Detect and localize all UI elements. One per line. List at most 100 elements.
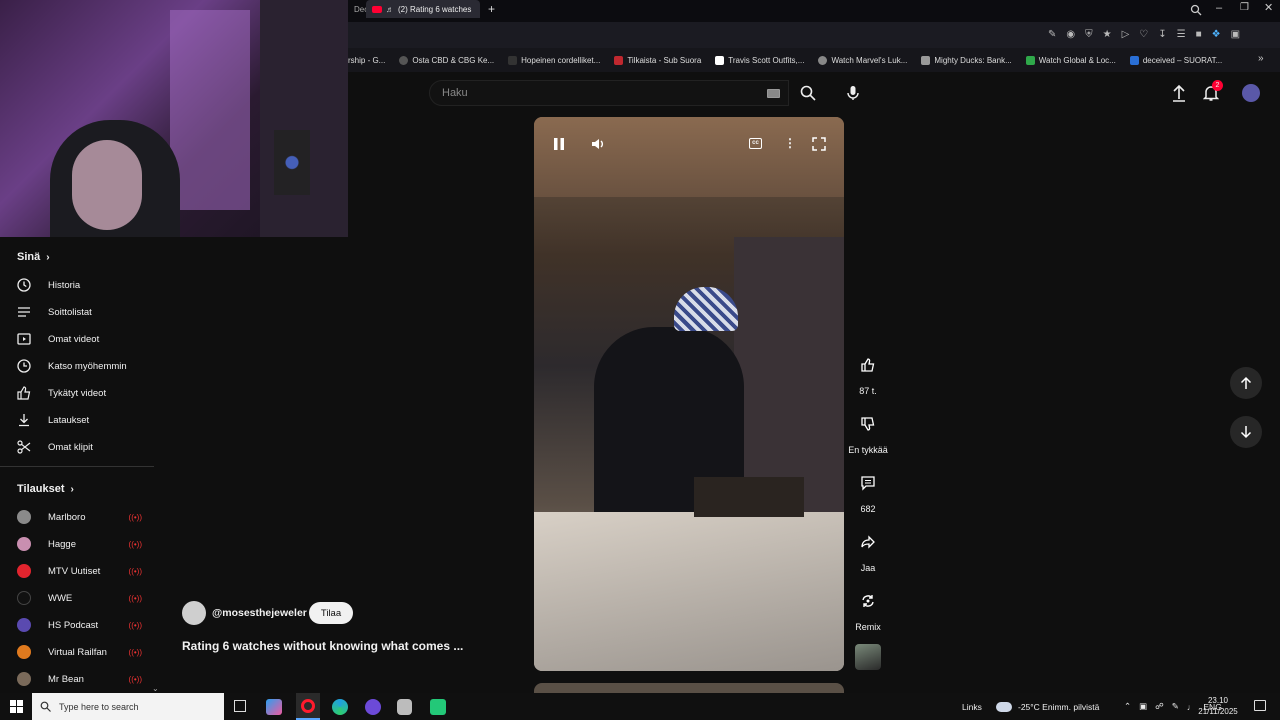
previous-short-button[interactable] xyxy=(1230,367,1262,399)
bookmark-item[interactable]: deceived – SUORAT... xyxy=(1129,55,1222,65)
subscription-item[interactable]: Mr Bean ((•)) xyxy=(17,669,142,689)
weather-widget[interactable]: -25°C Enimm. pilvistä xyxy=(996,693,1099,720)
next-short-button[interactable] xyxy=(1230,416,1262,448)
search-button[interactable] xyxy=(790,80,826,106)
share-button[interactable] xyxy=(854,528,882,556)
keyboard-icon[interactable] xyxy=(767,89,780,98)
sidebar-item-liked[interactable]: Tykätyt videot xyxy=(16,383,146,403)
heart-icon[interactable]: ♡ xyxy=(1139,29,1148,40)
short-video-player[interactable]: cc ⋮ xyxy=(534,117,844,671)
subscribe-button[interactable]: Tilaa xyxy=(309,602,353,624)
account-avatar[interactable] xyxy=(1242,84,1260,102)
liked-icon xyxy=(17,386,31,400)
bookmark-item[interactable]: Watch Marvel's Luk... xyxy=(818,55,907,65)
channel-avatar[interactable] xyxy=(182,601,206,625)
subscription-item[interactable]: Virtual Railfan ((•)) xyxy=(17,642,142,662)
subscription-item[interactable]: Marlboro ((•)) xyxy=(17,507,142,527)
bookmark-item[interactable]: Mighty Ducks: Bank... xyxy=(921,55,1012,65)
security-app-icon[interactable] xyxy=(397,699,412,715)
edge-icon[interactable] xyxy=(332,699,348,715)
you-heading[interactable]: Sinä › xyxy=(17,251,50,263)
search-placeholder: Haku xyxy=(442,87,468,99)
subscription-item[interactable]: HS Podcast ((•)) xyxy=(17,615,142,635)
camera-icon[interactable]: ◉ xyxy=(1066,29,1075,40)
bookmarks-bar: rship - G... Osta CBD & CBG Ke... Hopein… xyxy=(348,48,1280,72)
sidebar-scroll-down-icon[interactable]: ⌄ xyxy=(152,684,159,693)
subscription-item[interactable]: WWE ((•)) xyxy=(17,588,142,608)
bookmark-item[interactable]: Travis Scott Outfits,... xyxy=(715,55,804,65)
windows-start-button[interactable] xyxy=(10,700,23,718)
sidebar-item-watch-later[interactable]: Katso myöhemmin xyxy=(16,356,146,376)
lock-icon[interactable]: ■ xyxy=(1196,29,1202,40)
upload-button[interactable] xyxy=(1171,84,1187,107)
task-view-icon[interactable] xyxy=(234,700,246,712)
copilot-icon[interactable] xyxy=(266,699,282,715)
subscription-item[interactable]: MTV Uutiset ((•)) xyxy=(17,561,142,581)
close-window-icon[interactable]: ✕ xyxy=(1264,1,1273,14)
subscription-item[interactable]: Hagge ((•)) xyxy=(17,534,142,554)
fullscreen-button[interactable] xyxy=(812,137,826,156)
channel-name[interactable]: @mosesthejeweler xyxy=(212,607,307,619)
minimize-icon[interactable]: – xyxy=(1216,2,1222,14)
extension-icon[interactable]: ★ xyxy=(1103,29,1112,40)
tab-title: (2) Rating 6 watches xyxy=(398,4,472,14)
bookmark-item[interactable]: Hopeinen cordelliket... xyxy=(508,55,601,65)
sidebar-item-playlists[interactable]: Soittolistat xyxy=(16,302,146,322)
new-tab-button[interactable]: + xyxy=(488,2,495,16)
clock[interactable]: 23.10 21/11/2025 xyxy=(1198,695,1238,717)
live-icon: ((•)) xyxy=(128,539,142,549)
taskbar-search[interactable]: Type here to search xyxy=(32,693,224,720)
edit-icon[interactable]: ✎ xyxy=(1048,29,1056,40)
play-icon[interactable]: ▷ xyxy=(1122,29,1130,40)
subscriptions-heading[interactable]: Tilaukset › xyxy=(17,483,74,495)
bookmark-item[interactable]: Watch Global & Loc... xyxy=(1025,55,1116,65)
restore-icon[interactable]: ❐ xyxy=(1240,2,1249,13)
notifications-button[interactable]: 2 xyxy=(1202,80,1223,107)
bookmark-item[interactable]: rship - G... xyxy=(348,56,385,65)
aria-icon[interactable]: ❖ xyxy=(1212,29,1221,40)
browser-tab-active[interactable]: ♬ (2) Rating 6 watches xyxy=(366,0,480,18)
sidebar-item-history[interactable]: Historia xyxy=(16,275,146,295)
links-toolbar[interactable]: Links xyxy=(962,693,982,720)
chevron-up-icon[interactable]: ⌃ xyxy=(1124,701,1131,712)
dislike-button[interactable] xyxy=(854,410,882,438)
sidebar-item-downloads[interactable]: Lataukset xyxy=(16,410,146,430)
sidebar-item-clips[interactable]: Omat klipit xyxy=(16,437,146,457)
volume-tray-icon[interactable]: ♩ xyxy=(1187,702,1196,712)
next-short-preview[interactable] xyxy=(534,683,844,693)
search-input[interactable]: Haku xyxy=(429,80,789,106)
bookmark-label: Hopeinen cordelliket... xyxy=(521,55,601,65)
bookmarks-more-icon[interactable]: » xyxy=(1258,53,1264,64)
shield-icon[interactable]: ⛨ xyxy=(1085,29,1093,40)
browser-search-icon[interactable] xyxy=(1190,3,1202,21)
volume-button[interactable] xyxy=(590,136,606,157)
pause-button[interactable] xyxy=(552,137,566,156)
download-icon[interactable]: ↧ xyxy=(1158,29,1166,40)
remix-button[interactable] xyxy=(854,587,882,615)
bookmark-item[interactable]: Tilkaista - Sub Suora xyxy=(614,55,701,65)
bookmark-item[interactable]: Osta CBD & CBG Ke... xyxy=(399,55,494,65)
clock-time: 23.10 xyxy=(1207,696,1229,705)
subscription-name: Marlboro xyxy=(48,511,86,523)
taskbar-app-opera-active[interactable] xyxy=(296,693,320,720)
network-icon[interactable]: ☍ xyxy=(1155,701,1164,712)
subscription-name: MTV Uutiset xyxy=(48,565,101,577)
voice-search-button[interactable] xyxy=(840,80,866,106)
captions-icon[interactable]: cc xyxy=(749,138,762,149)
cube-icon[interactable]: ▣ xyxy=(1231,29,1240,40)
sidebar-item-label: Tykätyt videot xyxy=(48,387,107,399)
pen-icon[interactable]: ✎ xyxy=(1172,701,1179,712)
messenger-icon[interactable] xyxy=(365,699,381,715)
like-button[interactable] xyxy=(854,351,882,379)
sidebar-item-your-videos[interactable]: Omat videot xyxy=(16,329,146,349)
chat-app-icon[interactable] xyxy=(430,699,446,715)
comments-button[interactable] xyxy=(854,469,882,497)
webcam-face xyxy=(72,140,142,230)
more-options-icon[interactable]: ⋮ xyxy=(784,136,796,150)
short-title[interactable]: Rating 6 watches without knowing what co… xyxy=(182,639,463,653)
display-icon[interactable]: ▣ xyxy=(1139,701,1147,712)
upload-icon xyxy=(1173,84,1185,102)
menu-icon[interactable]: ☰ xyxy=(1177,29,1186,40)
notification-center-icon[interactable] xyxy=(1254,700,1266,711)
sound-thumbnail[interactable] xyxy=(855,644,881,670)
